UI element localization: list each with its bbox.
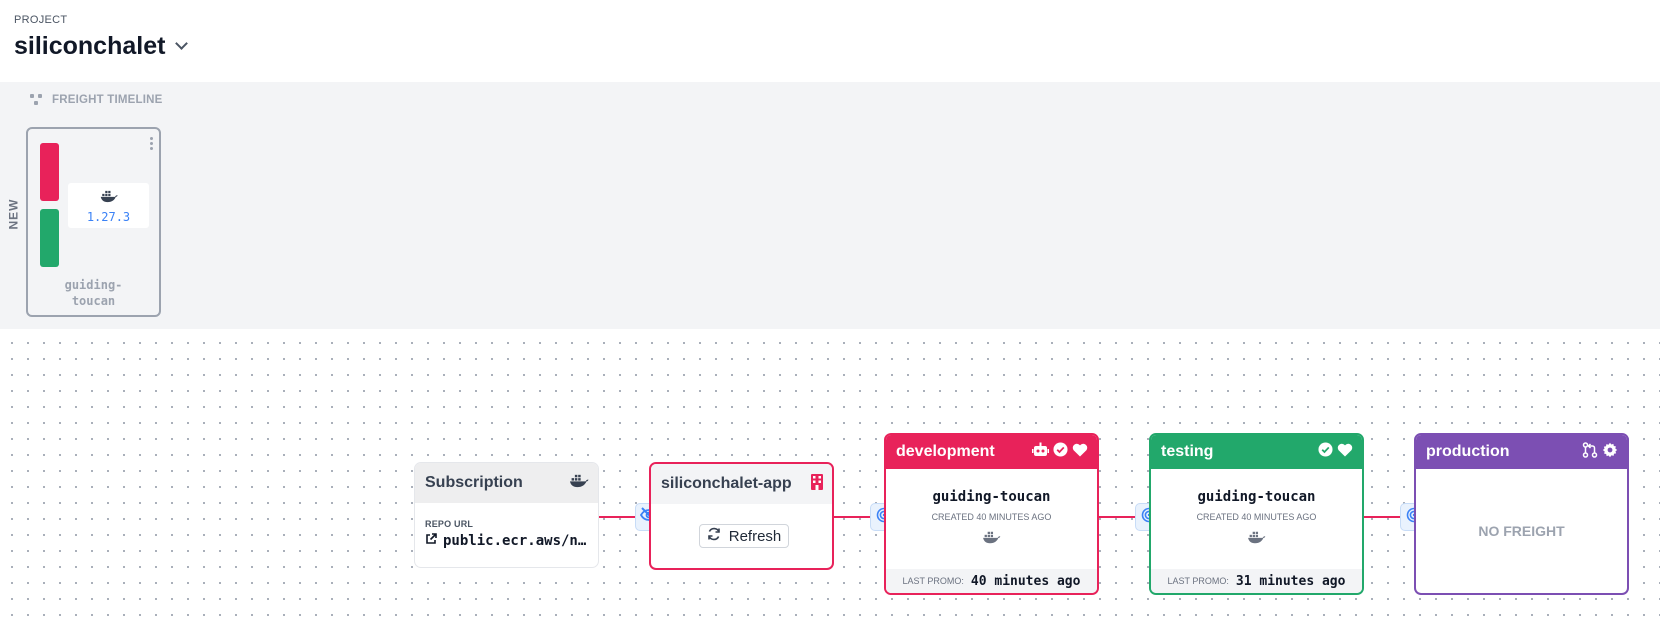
stage-freight-name: guiding-toucan <box>932 489 1051 505</box>
kebab-menu-icon[interactable] <box>150 137 154 150</box>
stage-freight-name: guiding-toucan <box>1197 489 1316 505</box>
refresh-button[interactable]: Refresh <box>699 524 789 548</box>
last-promo-label: LAST PROMO: <box>902 576 964 586</box>
warehouse-name: siliconchalet-app <box>661 475 792 492</box>
freight-timeline-title: FREIGHT TIMELINE <box>30 94 163 106</box>
refresh-icon <box>707 527 721 545</box>
docker-icon <box>569 474 589 493</box>
last-promo-value: 31 minutes ago <box>1235 573 1346 589</box>
stage-header: production <box>1416 435 1627 469</box>
stage-production[interactable]: production NO FREIGHT <box>1414 433 1629 595</box>
repo-url: public.ecr.aws/n… <box>443 533 587 549</box>
last-promo-label: LAST PROMO: <box>1167 576 1229 586</box>
freight-timeline-label: FREIGHT TIMELINE <box>52 94 163 106</box>
stage-header: testing <box>1151 435 1362 469</box>
no-freight-label: NO FREIGHT <box>1478 523 1565 539</box>
heart-icon <box>1337 443 1353 462</box>
external-link-icon <box>425 533 437 549</box>
subscription-title: Subscription <box>425 474 523 491</box>
docker-icon <box>1247 531 1266 549</box>
repo-url-label: REPO URL <box>425 519 474 529</box>
freight-timeline: FREIGHT TIMELINE NEW 1.27.3 guiding-touc… <box>0 82 1660 329</box>
robot-icon <box>1032 442 1049 462</box>
pipeline-graph: Subscription REPO URL public.ecr.aws/n… … <box>0 329 1660 623</box>
subscription-header: Subscription <box>415 463 598 503</box>
refresh-label: Refresh <box>728 527 782 545</box>
last-promo-value: 40 minutes ago <box>970 573 1081 589</box>
timeline-icon <box>30 94 44 106</box>
project-selector[interactable]: siliconchalet <box>14 32 189 61</box>
stage-name: development <box>896 443 995 460</box>
stage-name: testing <box>1161 443 1214 460</box>
stage-status-icons <box>1582 441 1618 463</box>
project-name: siliconchalet <box>14 32 166 60</box>
heart-icon <box>1072 443 1088 462</box>
docker-icon <box>982 531 1001 549</box>
stage-status-icons <box>1318 442 1353 462</box>
check-circle-icon <box>1053 442 1068 462</box>
docker-icon <box>68 190 149 208</box>
stage-development[interactable]: development guiding-toucan CREATED 40 MI… <box>884 433 1099 595</box>
chevron-down-icon <box>175 37 189 50</box>
stage-freight-created: CREATED 40 MINUTES AGO <box>1196 512 1317 522</box>
stage-status-icons <box>1032 442 1088 462</box>
project-label: PROJECT <box>14 14 68 26</box>
repo-url-link[interactable]: public.ecr.aws/n… <box>425 533 586 549</box>
freight-card[interactable]: 1.27.3 guiding-toucan <box>26 127 161 317</box>
gear-icon <box>1602 442 1618 463</box>
stage-testing[interactable]: testing guiding-toucan CREATED 40 MINUTE… <box>1149 433 1364 595</box>
warehouse-icon <box>811 473 823 495</box>
git-pull-request-icon <box>1582 441 1598 463</box>
freight-name: guiding-toucan <box>64 278 123 308</box>
last-promotion: LAST PROMO: 31 minutes ago <box>1151 569 1362 593</box>
stage-header: development <box>886 435 1097 469</box>
warehouse-node[interactable]: siliconchalet-app Refresh <box>649 462 834 570</box>
image-version: 1.27.3 <box>86 210 131 224</box>
stage-name: production <box>1426 443 1510 460</box>
stage-freight-created: CREATED 40 MINUTES AGO <box>931 512 1052 522</box>
subscription-node[interactable]: Subscription REPO URL public.ecr.aws/n… <box>414 462 599 568</box>
image-tag: 1.27.3 <box>68 183 149 228</box>
stage-indicator-testing <box>40 209 59 267</box>
check-circle-icon <box>1318 442 1333 462</box>
warehouse-header: siliconchalet-app <box>651 464 832 504</box>
project-header: PROJECT siliconchalet <box>0 0 1660 82</box>
last-promotion: LAST PROMO: 40 minutes ago <box>886 569 1097 593</box>
stage-indicator-development <box>40 143 59 201</box>
new-label: NEW <box>6 198 21 230</box>
